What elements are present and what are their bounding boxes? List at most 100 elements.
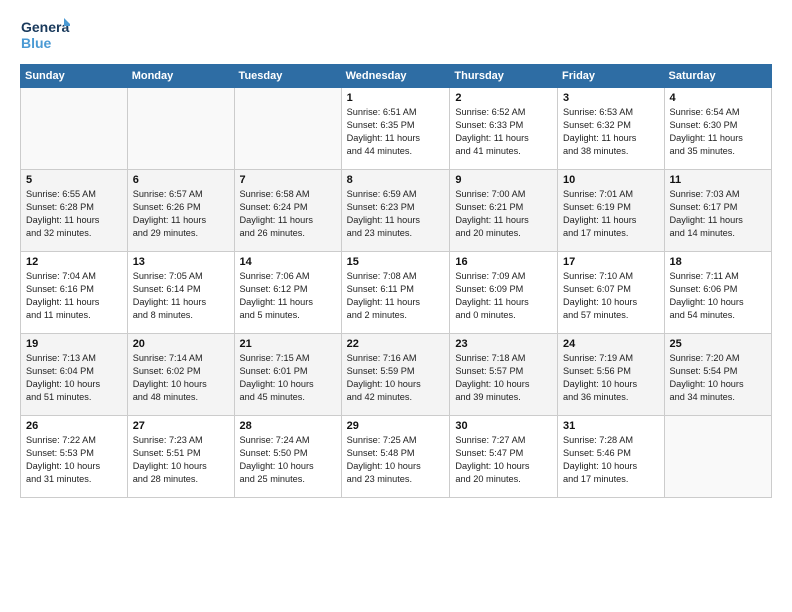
svg-text:General: General — [21, 19, 70, 35]
day-info: Sunrise: 7:15 AM Sunset: 6:01 PM Dayligh… — [240, 352, 336, 404]
day-info: Sunrise: 7:04 AM Sunset: 6:16 PM Dayligh… — [26, 270, 122, 322]
day-number: 28 — [240, 420, 336, 432]
calendar-cell: 11 Sunrise: 7:03 AM Sunset: 6:17 PM Dayli… — [664, 170, 771, 252]
day-info: Sunrise: 7:16 AM Sunset: 5:59 PM Dayligh… — [347, 352, 445, 404]
day-number: 27 — [133, 420, 229, 432]
calendar: SundayMondayTuesdayWednesdayThursdayFrid… — [20, 64, 772, 498]
day-info: Sunrise: 7:28 AM Sunset: 5:46 PM Dayligh… — [563, 434, 658, 486]
week-row-2: 5Sunrise: 6:55 AM Sunset: 6:28 PM Daylig… — [21, 170, 772, 252]
day-info: Sunrise: 7:01 AM Sunset: 6:19 PM Dayligh… — [563, 188, 658, 240]
day-number: 16 — [455, 256, 552, 268]
calendar-cell: 28 Sunrise: 7:24 AM Sunset: 5:50 PM Dayli… — [234, 416, 341, 498]
day-info: Sunrise: 7:18 AM Sunset: 5:57 PM Dayligh… — [455, 352, 552, 404]
day-number: 1 — [347, 92, 445, 104]
calendar-cell: 31 Sunrise: 7:28 AM Sunset: 5:46 PM Dayli… — [558, 416, 664, 498]
day-number: 29 — [347, 420, 445, 432]
day-info: Sunrise: 6:58 AM Sunset: 6:24 PM Dayligh… — [240, 188, 336, 240]
day-number: 30 — [455, 420, 552, 432]
day-number: 24 — [563, 338, 658, 350]
calendar-cell: 2 Sunrise: 6:52 AM Sunset: 6:33 PM Daylig… — [450, 88, 558, 170]
calendar-cell: 6Sunrise: 6:57 AM Sunset: 6:26 PM Daylig… — [127, 170, 234, 252]
calendar-cell — [127, 88, 234, 170]
weekday-wednesday: Wednesday — [341, 65, 450, 88]
day-number: 12 — [26, 256, 122, 268]
day-number: 9 — [455, 174, 552, 186]
day-number: 18 — [670, 256, 766, 268]
week-row-3: 12 Sunrise: 7:04 AM Sunset: 6:16 PM Dayli… — [21, 252, 772, 334]
svg-text:Blue: Blue — [21, 35, 52, 51]
day-info: Sunrise: 7:23 AM Sunset: 5:51 PM Dayligh… — [133, 434, 229, 486]
calendar-cell: 16 Sunrise: 7:09 AM Sunset: 6:09 PM Dayli… — [450, 252, 558, 334]
calendar-cell — [21, 88, 128, 170]
calendar-cell: 8 Sunrise: 6:59 AM Sunset: 6:23 PM Daylig… — [341, 170, 450, 252]
weekday-tuesday: Tuesday — [234, 65, 341, 88]
weekday-sunday: Sunday — [21, 65, 128, 88]
day-number: 17 — [563, 256, 658, 268]
weekday-friday: Friday — [558, 65, 664, 88]
calendar-cell: 10 Sunrise: 7:01 AM Sunset: 6:19 PM Dayli… — [558, 170, 664, 252]
day-info: Sunrise: 7:19 AM Sunset: 5:56 PM Dayligh… — [563, 352, 658, 404]
day-number: 13 — [133, 256, 229, 268]
week-row-4: 19 Sunrise: 7:13 AM Sunset: 6:04 PM Dayli… — [21, 334, 772, 416]
day-number: 22 — [347, 338, 445, 350]
day-info: Sunrise: 7:27 AM Sunset: 5:47 PM Dayligh… — [455, 434, 552, 486]
header: General Blue — [20, 16, 772, 54]
calendar-cell — [234, 88, 341, 170]
weekday-thursday: Thursday — [450, 65, 558, 88]
calendar-cell: 22 Sunrise: 7:16 AM Sunset: 5:59 PM Dayli… — [341, 334, 450, 416]
calendar-cell: 9 Sunrise: 7:00 AM Sunset: 6:21 PM Daylig… — [450, 170, 558, 252]
day-number: 21 — [240, 338, 336, 350]
day-info: Sunrise: 7:06 AM Sunset: 6:12 PM Dayligh… — [240, 270, 336, 322]
day-info: Sunrise: 7:11 AM Sunset: 6:06 PM Dayligh… — [670, 270, 766, 322]
calendar-cell: 30 Sunrise: 7:27 AM Sunset: 5:47 PM Dayli… — [450, 416, 558, 498]
day-info: Sunrise: 6:52 AM Sunset: 6:33 PM Dayligh… — [455, 106, 552, 158]
day-number: 31 — [563, 420, 658, 432]
calendar-cell: 4 Sunrise: 6:54 AM Sunset: 6:30 PM Daylig… — [664, 88, 771, 170]
day-info: Sunrise: 7:08 AM Sunset: 6:11 PM Dayligh… — [347, 270, 445, 322]
day-info: Sunrise: 6:51 AM Sunset: 6:35 PM Dayligh… — [347, 106, 445, 158]
day-info: Sunrise: 6:53 AM Sunset: 6:32 PM Dayligh… — [563, 106, 658, 158]
day-info: Sunrise: 7:10 AM Sunset: 6:07 PM Dayligh… — [563, 270, 658, 322]
day-number: 11 — [670, 174, 766, 186]
calendar-cell — [664, 416, 771, 498]
day-number: 26 — [26, 420, 122, 432]
calendar-cell: 21 Sunrise: 7:15 AM Sunset: 6:01 PM Dayli… — [234, 334, 341, 416]
day-number: 19 — [26, 338, 122, 350]
weekday-header-row: SundayMondayTuesdayWednesdayThursdayFrid… — [21, 65, 772, 88]
day-info: Sunrise: 6:54 AM Sunset: 6:30 PM Dayligh… — [670, 106, 766, 158]
calendar-cell: 7 Sunrise: 6:58 AM Sunset: 6:24 PM Daylig… — [234, 170, 341, 252]
day-number: 8 — [347, 174, 445, 186]
calendar-cell: 15 Sunrise: 7:08 AM Sunset: 6:11 PM Dayli… — [341, 252, 450, 334]
calendar-cell: 18 Sunrise: 7:11 AM Sunset: 6:06 PM Dayli… — [664, 252, 771, 334]
day-info: Sunrise: 7:22 AM Sunset: 5:53 PM Dayligh… — [26, 434, 122, 486]
calendar-cell: 1 Sunrise: 6:51 AM Sunset: 6:35 PM Daylig… — [341, 88, 450, 170]
day-number: 10 — [563, 174, 658, 186]
day-number: 6 — [133, 174, 229, 186]
calendar-cell: 5Sunrise: 6:55 AM Sunset: 6:28 PM Daylig… — [21, 170, 128, 252]
day-number: 14 — [240, 256, 336, 268]
day-info: Sunrise: 7:00 AM Sunset: 6:21 PM Dayligh… — [455, 188, 552, 240]
day-info: Sunrise: 7:03 AM Sunset: 6:17 PM Dayligh… — [670, 188, 766, 240]
day-number: 23 — [455, 338, 552, 350]
day-info: Sunrise: 7:13 AM Sunset: 6:04 PM Dayligh… — [26, 352, 122, 404]
day-number: 2 — [455, 92, 552, 104]
day-info: Sunrise: 7:09 AM Sunset: 6:09 PM Dayligh… — [455, 270, 552, 322]
day-info: Sunrise: 7:25 AM Sunset: 5:48 PM Dayligh… — [347, 434, 445, 486]
calendar-cell: 26 Sunrise: 7:22 AM Sunset: 5:53 PM Dayli… — [21, 416, 128, 498]
day-number: 15 — [347, 256, 445, 268]
day-info: Sunrise: 6:55 AM Sunset: 6:28 PM Dayligh… — [26, 188, 122, 240]
day-info: Sunrise: 7:05 AM Sunset: 6:14 PM Dayligh… — [133, 270, 229, 322]
weekday-saturday: Saturday — [664, 65, 771, 88]
calendar-cell: 17 Sunrise: 7:10 AM Sunset: 6:07 PM Dayli… — [558, 252, 664, 334]
day-number: 4 — [670, 92, 766, 104]
day-number: 7 — [240, 174, 336, 186]
day-number: 20 — [133, 338, 229, 350]
day-info: Sunrise: 6:59 AM Sunset: 6:23 PM Dayligh… — [347, 188, 445, 240]
logo-svg: General Blue — [20, 16, 70, 54]
calendar-cell: 19 Sunrise: 7:13 AM Sunset: 6:04 PM Dayli… — [21, 334, 128, 416]
calendar-cell: 3Sunrise: 6:53 AM Sunset: 6:32 PM Daylig… — [558, 88, 664, 170]
calendar-cell: 14 Sunrise: 7:06 AM Sunset: 6:12 PM Dayli… — [234, 252, 341, 334]
day-info: Sunrise: 7:24 AM Sunset: 5:50 PM Dayligh… — [240, 434, 336, 486]
logo: General Blue — [20, 16, 70, 54]
calendar-cell: 24 Sunrise: 7:19 AM Sunset: 5:56 PM Dayli… — [558, 334, 664, 416]
